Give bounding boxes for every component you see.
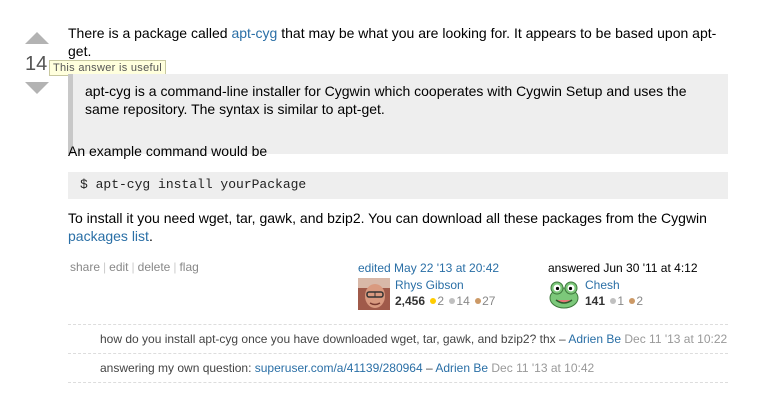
author-signature: answered Jun 30 '11 at 4:12 Chesh 141 1 … [548, 261, 728, 310]
author-silver-count: 1 [617, 294, 625, 308]
silver-badge-icon [610, 298, 617, 305]
comment-user-link[interactable]: Adrien Be [435, 361, 488, 375]
arrow-up-icon[interactable] [25, 32, 49, 44]
delete-link[interactable]: delete [138, 260, 171, 274]
comment-separator: – [422, 361, 436, 375]
comments-list: how do you install apt-cyg once you have… [68, 324, 728, 383]
paragraph-text: To install it you need wget, tar, gawk, … [68, 210, 707, 226]
author-name-link[interactable]: Chesh [585, 278, 620, 292]
editor-name-link[interactable]: Rhys Gibson [395, 278, 464, 292]
bronze-badge-icon [629, 298, 636, 305]
editor-bronze-count: 27 [482, 294, 496, 308]
comment-text: answering my own question: [100, 361, 255, 375]
answer-page: 14 This answer is useful There is a pack… [0, 0, 761, 420]
answer-paragraph-1: There is a package called apt-cyg that m… [68, 24, 728, 60]
answered-timestamp: answered Jun 30 '11 at 4:12 [548, 261, 698, 275]
post-menu: share | edit | delete | flag [70, 260, 199, 274]
gold-badge-icon [430, 298, 437, 305]
paragraph-text: There is a package called [68, 25, 232, 41]
code-block: $ apt-cyg install yourPackage [68, 172, 728, 199]
menu-separator: | [103, 260, 107, 274]
author-stats: 141 1 2 [585, 294, 643, 308]
comment-date: Dec 11 '13 at 10:22 [624, 332, 728, 346]
comment-user-link[interactable]: Adrien Be [568, 332, 621, 346]
answer-paragraph-2: An example command would be [68, 143, 268, 159]
apt-cyg-link[interactable]: apt-cyg [231, 25, 277, 41]
menu-separator: | [131, 260, 135, 274]
arrow-down-icon[interactable] [25, 82, 49, 94]
editor-avatar[interactable] [358, 278, 390, 310]
comment-date: Dec 11 '13 at 10:42 [491, 361, 595, 375]
editor-gold-count: 2 [437, 294, 445, 308]
edit-link[interactable]: edit [109, 260, 128, 274]
editor-signature: edited May 22 '13 at 20:42 Rhys Gibson 2… [358, 261, 538, 310]
bronze-badge-icon [475, 298, 482, 305]
comment-item: how do you install apt-cyg once you have… [68, 325, 728, 354]
share-link[interactable]: share [70, 260, 100, 274]
editor-reputation: 2,456 [395, 294, 426, 308]
quote-text: apt-cyg is a command-line installer for … [85, 83, 687, 117]
author-bronze-count: 2 [636, 294, 644, 308]
editor-silver-count: 14 [456, 294, 470, 308]
author-user-row: Chesh 141 1 2 [548, 278, 728, 310]
silver-badge-icon [449, 298, 456, 305]
editor-user-row: Rhys Gibson 2,456 2 14 27 [358, 278, 538, 310]
comment-item: answering my own question: superuser.com… [68, 354, 728, 383]
comment-link[interactable]: superuser.com/a/41139/280964 [255, 361, 423, 375]
flag-link[interactable]: flag [179, 260, 198, 274]
author-avatar[interactable] [548, 278, 580, 310]
paragraph-text: . [148, 228, 153, 244]
author-reputation: 141 [585, 294, 606, 308]
packages-list-link[interactable]: packages list [68, 228, 149, 244]
comment-text: how do you install apt-cyg once you have… [100, 332, 569, 346]
editor-stats: 2,456 2 14 27 [395, 294, 495, 308]
vote-count: 14 [25, 53, 48, 75]
answer-paragraph-3: To install it you need wget, tar, gawk, … [68, 209, 728, 245]
edited-timestamp-link[interactable]: edited May 22 '13 at 20:42 [358, 261, 499, 275]
